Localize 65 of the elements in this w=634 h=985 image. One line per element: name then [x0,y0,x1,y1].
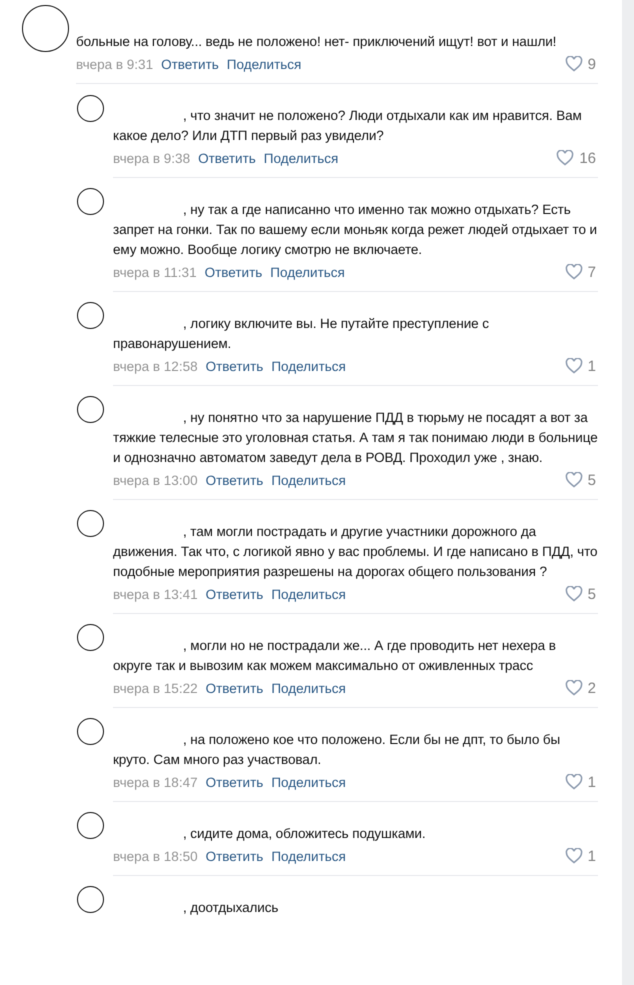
heart-icon [564,586,583,602]
comment-time: вчера в 13:41 [113,586,198,602]
heart-icon [564,774,583,790]
share-link[interactable]: Поделиться [271,774,346,790]
like-button[interactable]: 5 [564,586,596,602]
comment-text: , могли но не пострадали же... А где проводить нет нехера в округе так и вывозим как можем максимально от оживленных трасс [113,637,557,675]
like-button[interactable]: 9 [564,56,596,72]
comment-text: , что значит не положено? Люди отдыхали как им нравится. Вам какое дело? Или ДТП первый раз увидели? [113,107,583,145]
comment-time: вчера в 18:47 [113,774,198,790]
reply-link[interactable]: Ответить [206,358,264,374]
comment-text: , ну так а где написанно что именно так можно отдыхать? Есть запрет на гонки. Так по вашему если моньяк когда режет людей отдыхает то и ему можно. Вообще логику смотрю не включаете. [113,201,598,259]
avatar[interactable] [77,302,104,329]
heart-icon [564,358,583,374]
share-link[interactable]: Поделиться [271,848,346,864]
avatar[interactable] [77,510,104,537]
comment-time: вчера в 11:31 [113,264,197,280]
avatar[interactable] [77,624,104,651]
reply-link[interactable]: Ответить [206,680,264,696]
heart-icon [564,680,583,696]
comment-text: , на положено кое что положено. Если бы не дпт, то было бы круто. Сам много раз участвовал. [113,731,562,769]
share-link[interactable]: Поделиться [270,264,345,280]
reply-link[interactable]: Ответить [206,774,264,790]
comment-text: больные на голову... ведь не положено! нет- приключений ищут! вот и нашли! [76,33,558,51]
reply-link[interactable]: Ответить [204,264,262,280]
share-link[interactable]: Поделиться [271,586,346,602]
comment-time: вчера в 15:22 [113,680,198,696]
like-button[interactable]: 2 [564,680,596,696]
avatar[interactable] [77,396,104,423]
comment-text: , там могли пострадать и другие участники дорожного да движения. Так что, с логикой явно у вас проблемы. И где написано в ПДД, что подобные мероприятия разрешены на дорогах общего пользования ? [113,523,598,581]
like-button[interactable]: 16 [556,150,596,166]
like-button[interactable]: 1 [564,848,596,864]
avatar[interactable] [77,718,104,745]
avatar[interactable] [77,812,104,839]
heart-icon [564,56,583,72]
avatar[interactable] [22,5,69,52]
heart-icon [564,472,583,488]
reply-link[interactable]: Ответить [206,848,264,864]
share-link[interactable]: Поделиться [226,56,302,72]
reply-link[interactable]: Ответить [206,472,264,488]
like-button[interactable]: 1 [564,358,596,374]
share-link[interactable]: Поделиться [271,358,346,374]
comment-time: вчера в 9:31 [76,56,154,72]
comment-text: , ну понятно что за нарушение ПДД в тюрьму не посадят а вот за тяжкие телесные это уголовная статья. А там я так понимаю люди в больнице и однозначно автоматом заведут дела в РОВД. Проходил уже , знаю. [113,409,598,467]
comment-time: вчера в 13:00 [113,472,198,488]
like-button[interactable]: 7 [564,264,596,280]
heart-icon [564,848,583,864]
share-link[interactable]: Поделиться [264,150,338,166]
reply-link[interactable]: Ответить [161,56,219,72]
heart-icon [564,264,583,280]
comment-time: вчера в 9:38 [113,150,190,166]
heart-icon [556,150,574,166]
like-button[interactable]: 5 [564,472,596,488]
avatar[interactable] [77,95,104,122]
avatar[interactable] [77,886,104,913]
avatar[interactable] [77,188,104,215]
like-button[interactable]: 1 [564,774,596,790]
comment-time: вчера в 18:50 [113,848,198,864]
reply-link[interactable]: Ответить [206,586,264,602]
share-link[interactable]: Поделиться [271,472,346,488]
comment-time: вчера в 12:58 [113,358,198,374]
reply-link[interactable]: Ответить [198,150,256,166]
comment-text: , сидите дома, обложитесь подушками. [182,825,427,843]
share-link[interactable]: Поделиться [271,680,346,696]
comment-text: , логику включите вы. Не путайте преступление с правонарушением. [113,315,490,353]
comment-text: , доотдыхались [182,899,280,917]
